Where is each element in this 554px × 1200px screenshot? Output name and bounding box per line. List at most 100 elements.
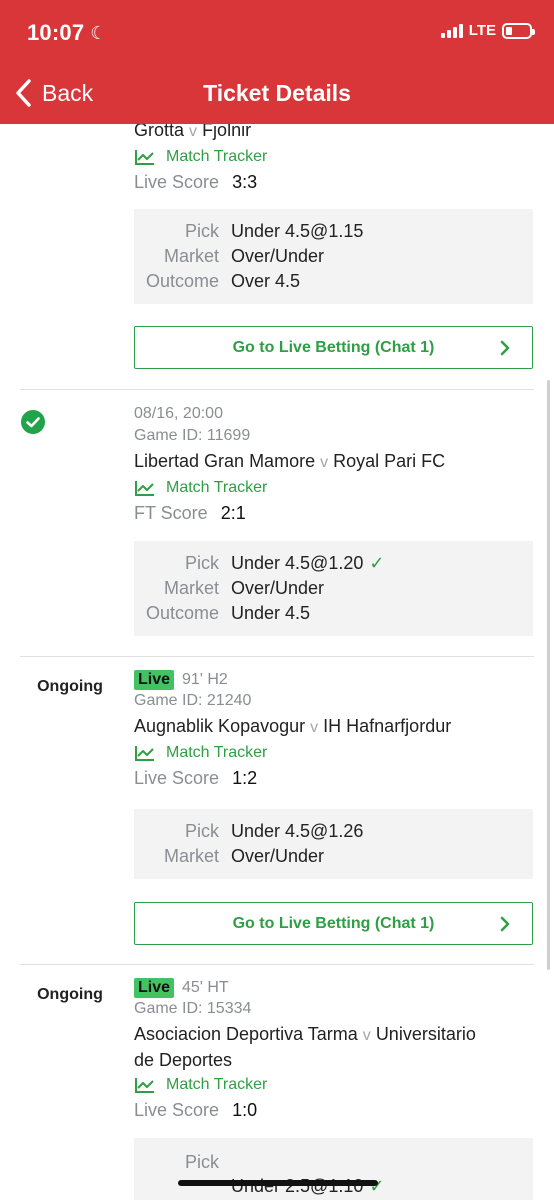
market-value: Over/Under xyxy=(231,578,325,598)
chevron-right-icon xyxy=(500,916,510,932)
chevron-right-icon xyxy=(500,340,510,356)
versus-label: v xyxy=(189,124,198,140)
live-match-time: 91' H2 xyxy=(182,671,228,688)
match-tracker-chart-icon xyxy=(135,1078,154,1093)
versus-label: v xyxy=(362,1027,371,1044)
score-row: Live Score 1:2 xyxy=(134,768,534,789)
score-value: 3:3 xyxy=(232,172,258,192)
live-status: Live 45' HT xyxy=(134,978,534,998)
match-state: Ongoing xyxy=(37,678,103,695)
score-label: Live Score xyxy=(134,1100,220,1120)
score-value: 2:1 xyxy=(220,503,246,523)
score-row: Live Score 1:0 xyxy=(134,1100,534,1121)
match-tracker-link[interactable]: Match Tracker xyxy=(134,1076,534,1094)
match-state: Ongoing xyxy=(37,986,103,1003)
app-header: 10:07 ☾ LTE Back Ticket Details xyxy=(0,0,554,124)
pick-label: Pick xyxy=(184,553,219,573)
check-circle-icon xyxy=(21,410,45,434)
score-row: FT Score 2:1 xyxy=(134,503,534,524)
divider xyxy=(20,964,534,965)
live-status: Live 91' H2 xyxy=(134,670,534,690)
match-teams: Asociacion Deportiva Tarma v Universitar… xyxy=(134,1022,534,1072)
match-tracker-chart-icon xyxy=(135,746,154,761)
score-label: Live Score xyxy=(134,172,220,192)
live-match-time: 45' HT xyxy=(182,979,229,996)
home-indicator[interactable] xyxy=(178,1180,378,1186)
pick-details: Pick Under 2.5@1.10 ✓ xyxy=(134,1138,533,1200)
score-label: FT Score xyxy=(134,503,208,523)
away-team: IH Hafnarfjordur xyxy=(323,716,452,736)
go-to-live-betting-button[interactable]: Go to Live Betting (Chat 1) xyxy=(134,326,533,369)
market-label: Market xyxy=(163,578,219,598)
pick-details: Pick Under 4.5@1.26 Market Over/Under xyxy=(134,809,533,879)
scrollbar[interactable] xyxy=(547,380,550,970)
checkmark-icon: ✓ xyxy=(369,1176,385,1196)
game-id: Game ID: 11699 xyxy=(134,427,251,444)
match-tracker-label: Match Tracker xyxy=(166,1076,268,1093)
divider xyxy=(20,656,534,657)
home-team: Asociacion Deportiva Tarma xyxy=(134,1024,358,1044)
game-id: Game ID: 15334 xyxy=(134,1000,252,1017)
match-tracker-label: Match Tracker xyxy=(166,744,268,761)
network-label: LTE xyxy=(468,22,496,39)
live-betting-label: Go to Live Betting (Chat 1) xyxy=(232,915,435,932)
score-row: Live Score 3:3 xyxy=(134,172,534,193)
match-tracker-link[interactable]: Match Tracker xyxy=(134,479,534,497)
score-label: Live Score xyxy=(134,768,220,788)
match-teams: Grotta v Fjolnir xyxy=(134,124,534,144)
page-title: Ticket Details xyxy=(203,80,351,106)
match-tracker-label: Match Tracker xyxy=(166,148,268,165)
match-teams: Libertad Gran Mamore v Royal Pari FC xyxy=(134,449,534,475)
status-bar-indicators: LTE xyxy=(440,22,535,39)
pick-details: Pick Under 4.5@1.15 Market Over/Under Outc… xyxy=(134,209,533,304)
away-team: Universitario xyxy=(375,1024,476,1044)
match-datetime: 08/16, 20:00 xyxy=(134,405,223,422)
ticket-list[interactable]: Grotta v Fjolnir Match Tracker Live Scor… xyxy=(0,124,554,1200)
home-team: Grotta xyxy=(134,124,185,140)
market-label: Market xyxy=(163,846,219,866)
match-tracker-chart-icon xyxy=(135,150,154,165)
away-team: Royal Pari FC xyxy=(333,451,446,471)
time-text: 10:07 xyxy=(27,20,85,45)
match-teams: Augnablik Kopavogur v IH Hafnarfjordur xyxy=(134,714,534,740)
match-tracker-label: Match Tracker xyxy=(166,479,268,496)
pick-value: Under 4.5@1.20 ✓ xyxy=(231,553,384,574)
pick-value-text: Under 2.5@1.10 xyxy=(231,1176,364,1196)
live-badge: Live xyxy=(134,978,175,998)
pick-label: Pick xyxy=(184,821,219,841)
market-value: Over/Under xyxy=(231,246,325,266)
outcome-value: Under 4.5 xyxy=(231,603,311,623)
versus-label: v xyxy=(320,454,329,471)
away-team: Fjolnir xyxy=(202,124,252,140)
outcome-value: Over 4.5 xyxy=(231,271,301,291)
versus-label: v xyxy=(310,719,319,736)
game-id: Game ID: 21240 xyxy=(134,692,252,709)
pick-value: Under 4.5@1.26 xyxy=(231,821,364,841)
go-to-live-betting-button[interactable]: Go to Live Betting (Chat 1) xyxy=(134,902,533,945)
market-value: Over/Under xyxy=(231,846,325,866)
pick-value: Under 4.5@1.15 xyxy=(231,221,364,241)
score-value: 1:2 xyxy=(232,768,258,788)
score-value: 1:0 xyxy=(232,1100,258,1120)
live-betting-label: Go to Live Betting (Chat 1) xyxy=(232,339,435,356)
pick-details: Pick Under 4.5@1.20 ✓ Market Over/Under Out… xyxy=(134,541,533,636)
market-label: Market xyxy=(163,246,219,266)
outcome-label: Outcome xyxy=(145,603,219,623)
cellular-signal-icon xyxy=(440,23,463,38)
live-badge: Live xyxy=(134,670,175,690)
checkmark-icon: ✓ xyxy=(369,553,385,573)
battery-icon xyxy=(502,22,535,39)
status-bar-time: 10:07 ☾ xyxy=(27,20,107,46)
outcome-label: Outcome xyxy=(145,271,219,291)
pick-label: Pick xyxy=(184,1152,219,1172)
match-tracker-chart-icon xyxy=(135,481,154,496)
pick-label: Pick xyxy=(184,221,219,241)
away-team-continued: de Deportes xyxy=(134,1050,233,1070)
home-team: Augnablik Kopavogur xyxy=(134,716,306,736)
divider xyxy=(20,389,534,390)
home-team: Libertad Gran Mamore xyxy=(134,451,316,471)
pick-value-text: Under 4.5@1.20 xyxy=(231,553,364,573)
match-tracker-link[interactable]: Match Tracker xyxy=(134,148,534,166)
match-tracker-link[interactable]: Match Tracker xyxy=(134,744,534,762)
moon-icon: ☾ xyxy=(90,23,107,43)
